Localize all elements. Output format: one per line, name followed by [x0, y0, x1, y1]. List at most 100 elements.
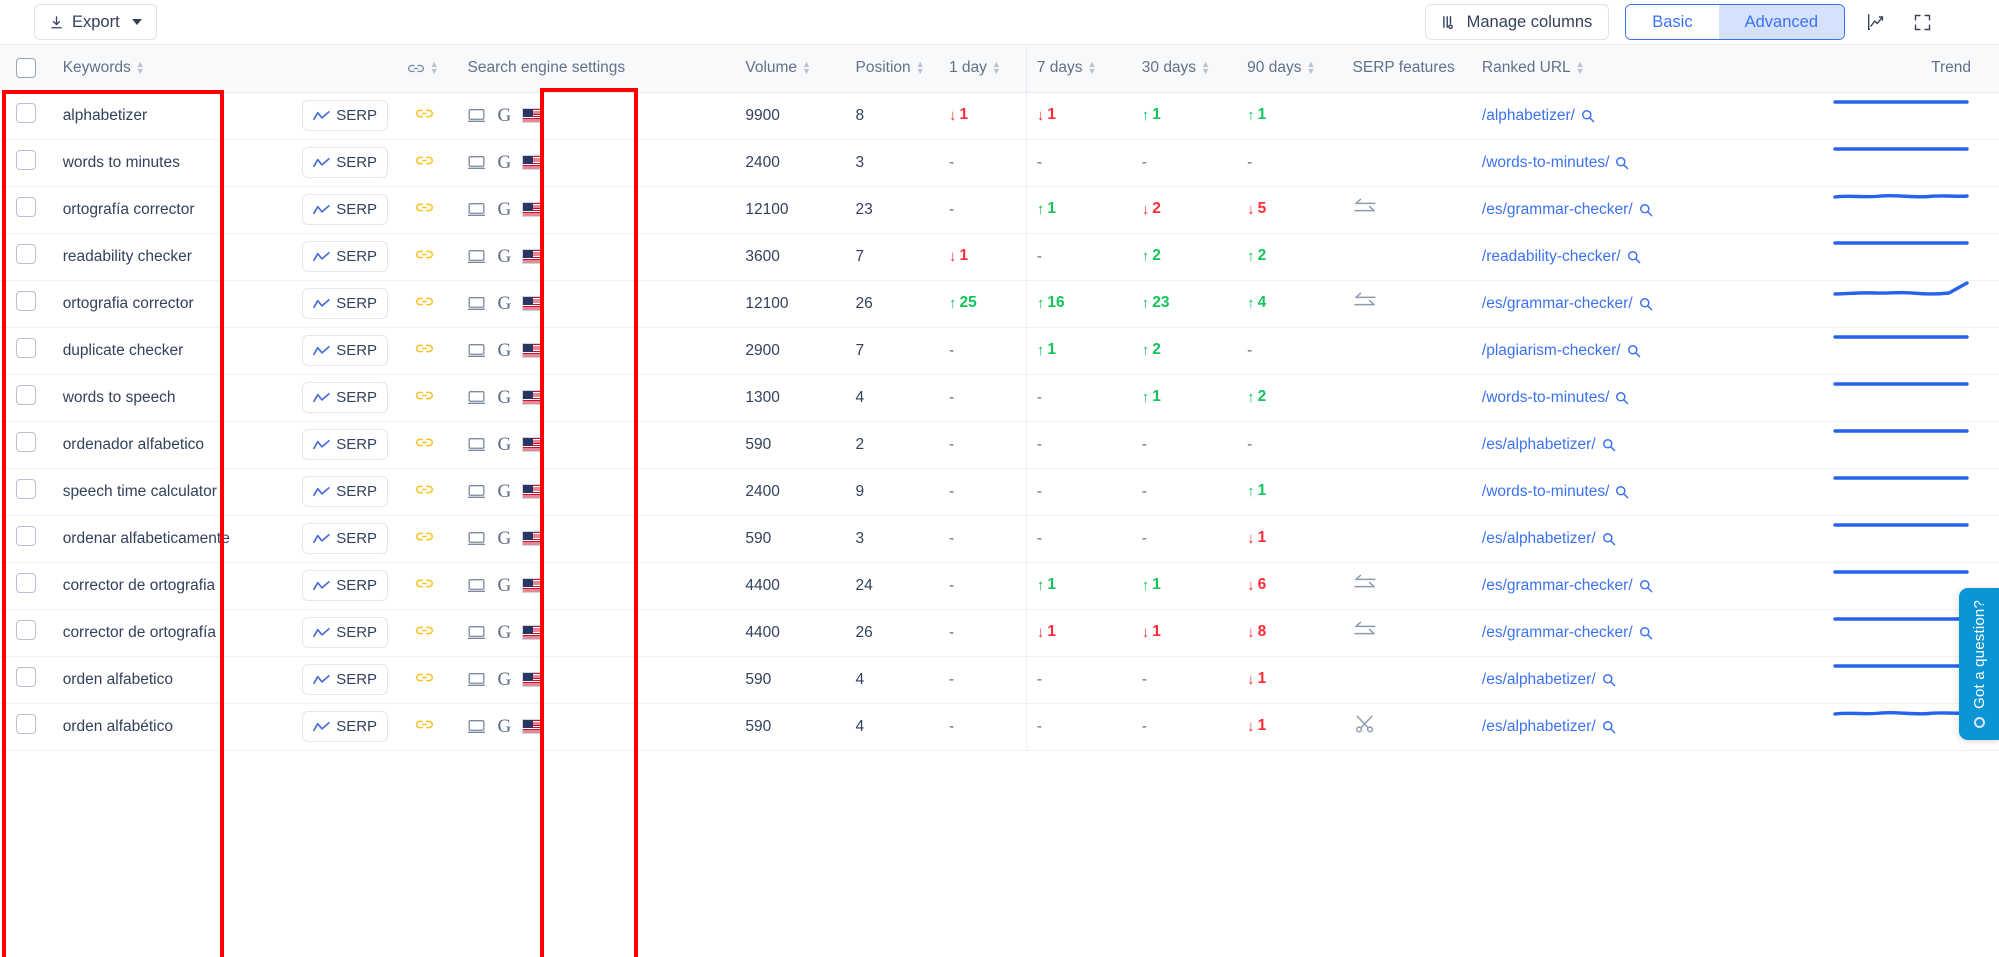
search-icon[interactable] [1602, 438, 1616, 452]
manage-columns-button[interactable]: Manage columns [1424, 4, 1610, 40]
link-icon[interactable] [415, 295, 434, 308]
search-icon[interactable] [1581, 109, 1595, 123]
search-icon[interactable] [1639, 626, 1653, 640]
table-row[interactable]: orden alfabetico SERP G 590 4 - - - ↓ 1/es/alphab… [0, 656, 1999, 704]
search-icon[interactable] [1639, 579, 1653, 593]
link-icon[interactable] [415, 530, 434, 543]
search-icon[interactable] [1615, 485, 1629, 499]
ranked-url-link[interactable]: /es/grammar-checker/ [1482, 624, 1633, 642]
sort-icon[interactable]: ▲ ▼ [992, 60, 1001, 76]
ranked-url-link[interactable]: /words-to-minutes/ [1482, 154, 1609, 172]
ranked-url-link[interactable]: /words-to-minutes/ [1482, 389, 1609, 407]
row-checkbox[interactable] [16, 150, 36, 170]
header-position[interactable]: Position ▲ ▼ [845, 45, 939, 93]
link-icon[interactable] [415, 201, 434, 214]
row-checkbox[interactable] [16, 573, 36, 593]
serp-button[interactable]: SERP [302, 241, 389, 272]
link-icon[interactable] [415, 436, 434, 449]
table-row[interactable]: corrector de ortografía SERP G 4400 26- ↓ 1 ↓ 1 ↓… [0, 609, 1999, 657]
search-icon[interactable] [1602, 673, 1616, 687]
ranked-url-link[interactable]: /es/grammar-checker/ [1482, 201, 1633, 219]
link-icon[interactable] [415, 671, 434, 684]
row-checkbox[interactable] [16, 197, 36, 217]
sort-icon[interactable]: ▲ ▼ [1201, 60, 1210, 76]
sitelinks-swap-icon[interactable] [1353, 574, 1377, 592]
got-a-question-button[interactable]: Got a question? [1959, 588, 1999, 740]
ranked-url-link[interactable]: /es/alphabetizer/ [1482, 436, 1596, 454]
tab-advanced[interactable]: Advanced [1718, 5, 1844, 39]
sitelinks-swap-icon[interactable] [1353, 198, 1377, 216]
header-link[interactable]: ▲ ▼ [404, 45, 458, 93]
ranked-url-link[interactable]: /es/alphabetizer/ [1482, 718, 1596, 736]
search-icon[interactable] [1615, 156, 1629, 170]
header-30-days[interactable]: 30 days ▲ ▼ [1131, 45, 1238, 93]
link-icon[interactable] [415, 577, 434, 590]
search-icon[interactable] [1615, 391, 1629, 405]
sort-icon[interactable]: ▲ ▼ [430, 60, 439, 76]
serp-button[interactable]: SERP [302, 429, 389, 460]
link-icon[interactable] [415, 718, 434, 731]
header-90-days[interactable]: 90 days ▲ ▼ [1237, 45, 1343, 93]
row-checkbox[interactable] [16, 714, 36, 734]
header-ranked-url[interactable]: Ranked URL ▲ ▼ [1471, 45, 1832, 93]
sitelinks-swap-icon[interactable] [1353, 292, 1377, 310]
table-row[interactable]: ordenador alfabetico SERP G 590 2 - - - - /es/alp… [0, 421, 1999, 469]
search-icon[interactable] [1639, 297, 1653, 311]
row-checkbox[interactable] [16, 291, 36, 311]
row-checkbox[interactable] [16, 385, 36, 405]
serp-button[interactable]: SERP [302, 288, 389, 319]
scissors-icon[interactable] [1353, 714, 1377, 734]
table-row[interactable]: readability checker SERP G 3600 7 ↓ 1- ↑ 2 ↑ 2/rea… [0, 233, 1999, 281]
sort-icon[interactable]: ▲ ▼ [1576, 60, 1585, 76]
row-checkbox[interactable] [16, 338, 36, 358]
tab-basic[interactable]: Basic [1626, 5, 1719, 39]
row-checkbox[interactable] [16, 526, 36, 546]
ranked-url-link[interactable]: /es/alphabetizer/ [1482, 671, 1596, 689]
ranked-url-link[interactable]: /alphabetizer/ [1482, 107, 1575, 125]
table-row[interactable]: ordenar alfabeticamente SERP G 590 3 - - - ↓ 1/es… [0, 515, 1999, 563]
serp-button[interactable]: SERP [302, 476, 389, 507]
ranked-url-link[interactable]: /es/alphabetizer/ [1482, 530, 1596, 548]
serp-button[interactable]: SERP [302, 382, 389, 413]
row-checkbox[interactable] [16, 432, 36, 452]
row-checkbox[interactable] [16, 620, 36, 640]
serp-button[interactable]: SERP [302, 664, 389, 695]
link-icon[interactable] [415, 107, 434, 120]
search-icon[interactable] [1627, 344, 1641, 358]
serp-button[interactable]: SERP [302, 194, 389, 225]
link-icon[interactable] [415, 483, 434, 496]
ranked-url-link[interactable]: /words-to-minutes/ [1482, 483, 1609, 501]
sort-icon[interactable]: ▲ ▼ [802, 60, 811, 76]
row-checkbox[interactable] [16, 244, 36, 264]
sort-icon[interactable]: ▲ ▼ [1306, 60, 1315, 76]
ranked-url-link[interactable]: /plagiarism-checker/ [1482, 342, 1621, 360]
table-row[interactable]: ortografía corrector SERP G 12100 23- ↑ 1 ↓ 2 ↓ 5/… [0, 186, 1999, 234]
serp-button[interactable]: SERP [302, 711, 389, 742]
search-icon[interactable] [1639, 203, 1653, 217]
table-row[interactable]: alphabetizer SERP G 9900 8 ↓ 1 ↓ 1 ↑ 1 ↑ 1/alphabeti… [0, 92, 1999, 140]
header-7-days[interactable]: 7 days ▲ ▼ [1025, 45, 1132, 93]
link-icon[interactable] [415, 154, 434, 167]
table-row[interactable]: words to speech SERP G 1300 4- - ↑ 1 ↑ 2/words-to… [0, 374, 1999, 422]
search-icon[interactable] [1627, 250, 1641, 264]
table-row[interactable]: words to minutes SERP G 2400 3 - - - - /words-to-… [0, 139, 1999, 187]
row-checkbox[interactable] [16, 479, 36, 499]
serp-button[interactable]: SERP [302, 335, 389, 366]
header-1-day[interactable]: 1 day ▲ ▼ [938, 45, 1027, 93]
search-icon[interactable] [1602, 532, 1616, 546]
table-row[interactable]: orden alfabético SERP G 590 4 - - - ↓ 1/es/alphab… [0, 703, 1999, 751]
line-chart-icon[interactable] [1861, 7, 1891, 37]
serp-button[interactable]: SERP [302, 100, 389, 131]
select-all-checkbox[interactable] [16, 58, 36, 79]
link-icon[interactable] [415, 342, 434, 355]
link-icon[interactable] [415, 624, 434, 637]
header-volume[interactable]: Volume ▲ ▼ [735, 45, 846, 93]
table-row[interactable]: corrector de ortografia SERP G 4400 24- ↑ 1 ↑ 1 ↓… [0, 562, 1999, 610]
serp-button[interactable]: SERP [302, 523, 389, 554]
link-icon[interactable] [415, 389, 434, 402]
sitelinks-swap-icon[interactable] [1353, 621, 1377, 639]
serp-button[interactable]: SERP [302, 570, 389, 601]
table-row[interactable]: ortografia corrector SERP G 12100 26 ↑ 25 ↑ 16 ↑ 2… [0, 280, 1999, 328]
row-checkbox[interactable] [16, 103, 36, 123]
ranked-url-link[interactable]: /es/grammar-checker/ [1482, 295, 1633, 313]
